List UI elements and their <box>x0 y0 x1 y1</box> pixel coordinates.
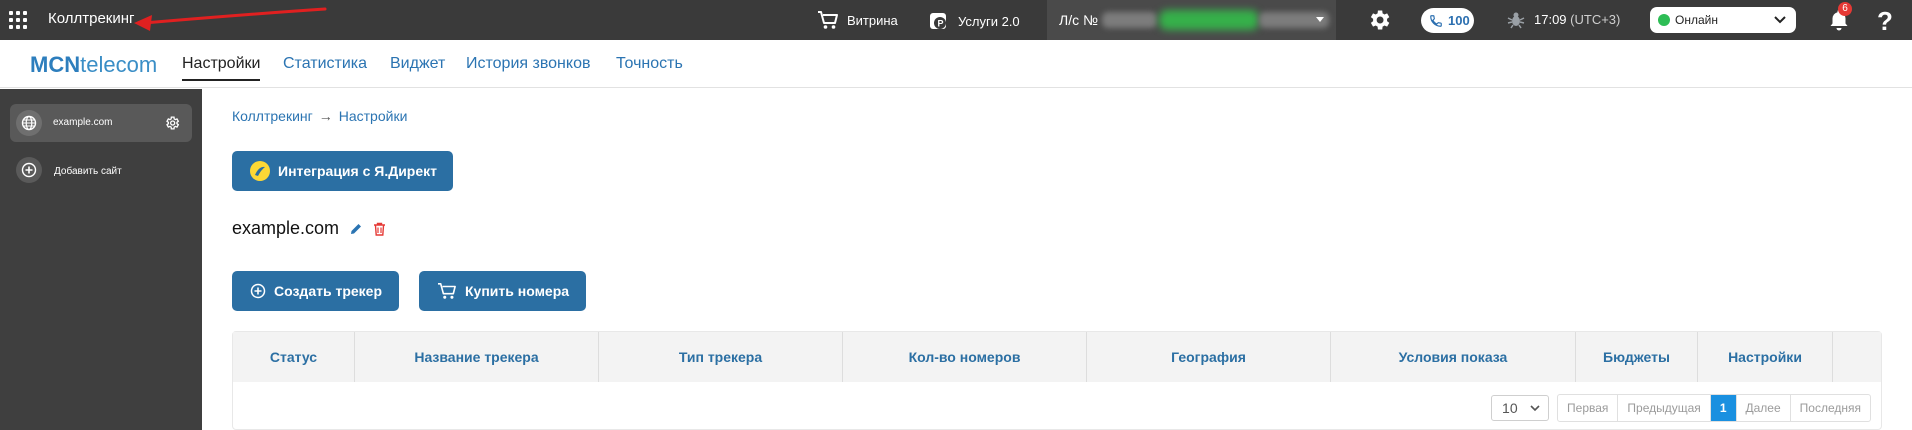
column-header-numbers-count[interactable]: Кол-во номеров <box>843 332 1087 382</box>
page-first-button[interactable]: Первая <box>1558 395 1619 421</box>
page-buttons: Первая Предыдущая 1 Далее Последняя <box>1557 394 1871 422</box>
active-calls-counter[interactable]: 100 <box>1421 8 1474 33</box>
create-tracker-label: Создать трекер <box>274 283 383 299</box>
page-last-button[interactable]: Последняя <box>1791 395 1870 421</box>
help-icon[interactable]: ? <box>1877 6 1893 37</box>
page-current-button[interactable]: 1 <box>1710 395 1737 421</box>
buy-numbers-button[interactable]: Купить номера <box>419 271 586 311</box>
site-settings-gear-icon[interactable] <box>164 115 180 131</box>
page-size-value: 10 <box>1502 400 1518 416</box>
pagination: 10 Первая Предыдущая 1 Далее Последняя <box>1491 394 1871 422</box>
add-site-button[interactable]: Добавить сайт <box>16 157 198 189</box>
trackers-table: Статус Название трекера Тип трекера Кол-… <box>232 331 1882 430</box>
showcase-link[interactable]: Витрина <box>817 10 898 30</box>
clock-time: 17:09 <box>1534 12 1567 27</box>
apps-grid-icon[interactable] <box>9 11 27 29</box>
yandex-direct-integration-button[interactable]: Интеграция с Я.Директ <box>232 151 453 191</box>
page-next-button[interactable]: Далее <box>1737 395 1791 421</box>
breadcrumb-arrow-icon: → <box>318 108 333 124</box>
cart-icon <box>438 282 456 299</box>
table-header: Статус Название трекера Тип трекера Кол-… <box>233 332 1881 382</box>
account-selector[interactable]: Л/с № <box>1047 0 1336 40</box>
site-title: example.com <box>232 218 386 239</box>
page-previous-button[interactable]: Предыдущая <box>1618 395 1711 421</box>
showcase-label: Витрина <box>847 12 898 28</box>
chevron-down-icon <box>1530 405 1540 412</box>
status-value: Онлайн <box>1675 13 1718 27</box>
plus-circle-icon <box>16 157 42 183</box>
delete-trash-icon[interactable] <box>373 222 386 236</box>
settings-gear-icon[interactable] <box>1366 7 1392 33</box>
online-status-dot <box>1658 14 1670 26</box>
yandex-direct-icon <box>250 161 270 181</box>
site-title-text: example.com <box>232 218 340 238</box>
account-number-redacted <box>1102 12 1157 28</box>
clock: 17:09 (UTC+3) <box>1534 12 1620 27</box>
sidebar-item-site[interactable]: example.com <box>10 104 192 142</box>
bug-icon[interactable] <box>1506 10 1526 30</box>
edit-pencil-icon[interactable] <box>349 222 363 236</box>
account-label: Л/с № <box>1059 12 1098 28</box>
caret-down-icon <box>1316 17 1324 22</box>
column-header-display-conditions[interactable]: Условия показа <box>1331 332 1576 382</box>
page-size-select[interactable]: 10 <box>1491 395 1550 421</box>
services-icon: P <box>930 13 946 29</box>
phone-icon <box>1430 14 1442 27</box>
create-tracker-button[interactable]: Создать трекер <box>232 271 399 311</box>
globe-icon <box>16 110 42 136</box>
buy-numbers-label: Купить номера <box>465 283 570 299</box>
column-header-tracker-type[interactable]: Тип трекера <box>599 332 843 382</box>
column-header-tracker-name[interactable]: Название трекера <box>355 332 599 382</box>
services-label: Услуги 2.0 <box>958 13 1020 29</box>
breadcrumb: Коллтрекинг → Настройки <box>232 108 407 124</box>
column-header-status[interactable]: Статус <box>233 332 355 382</box>
sidebar: example.com Добавить сайт <box>0 89 202 430</box>
breadcrumb-calltracking[interactable]: Коллтрекинг <box>232 108 313 124</box>
services-link[interactable]: P Услуги 2.0 <box>928 10 1020 32</box>
svg-text:P: P <box>938 19 944 29</box>
annotation-arrow-icon <box>134 7 327 31</box>
logo-bold: MCN <box>30 52 81 77</box>
clock-timezone: (UTC+3) <box>1570 12 1621 27</box>
top-bar: Коллтрекинг Витрина P Услуги 2.0 Л/с № 1… <box>0 0 1912 40</box>
account-balance-redacted <box>1159 10 1259 30</box>
breadcrumb-settings[interactable]: Настройки <box>339 108 408 124</box>
sidebar-site-name: example.com <box>53 117 113 128</box>
mcn-logo[interactable]: MCNtelecom <box>30 52 157 78</box>
add-site-label: Добавить сайт <box>54 166 122 177</box>
status-select[interactable]: Онлайн <box>1650 7 1796 33</box>
calls-count: 100 <box>1448 13 1470 28</box>
column-header-budgets[interactable]: Бюджеты <box>1576 332 1698 382</box>
app-title[interactable]: Коллтрекинг <box>48 10 135 27</box>
column-header-settings[interactable]: Настройки <box>1698 332 1833 382</box>
yandex-direct-label: Интеграция с Я.Директ <box>278 163 438 179</box>
tab-settings[interactable]: Настройки <box>182 55 261 81</box>
nav-bar: MCNtelecom Настройки Статистика Виджет И… <box>0 40 1912 88</box>
column-header-geography[interactable]: География <box>1087 332 1331 382</box>
chevron-down-icon <box>1774 16 1786 24</box>
notifications-badge: 6 <box>1838 2 1852 16</box>
tab-widget[interactable]: Виджет <box>390 55 445 73</box>
logo-rest: telecom <box>80 52 158 77</box>
cart-icon <box>818 11 838 29</box>
tab-statistics[interactable]: Статистика <box>283 55 367 73</box>
tab-accuracy[interactable]: Точность <box>616 55 683 73</box>
plus-circle-icon <box>250 283 266 299</box>
tab-call-history[interactable]: История звонков <box>466 55 590 73</box>
